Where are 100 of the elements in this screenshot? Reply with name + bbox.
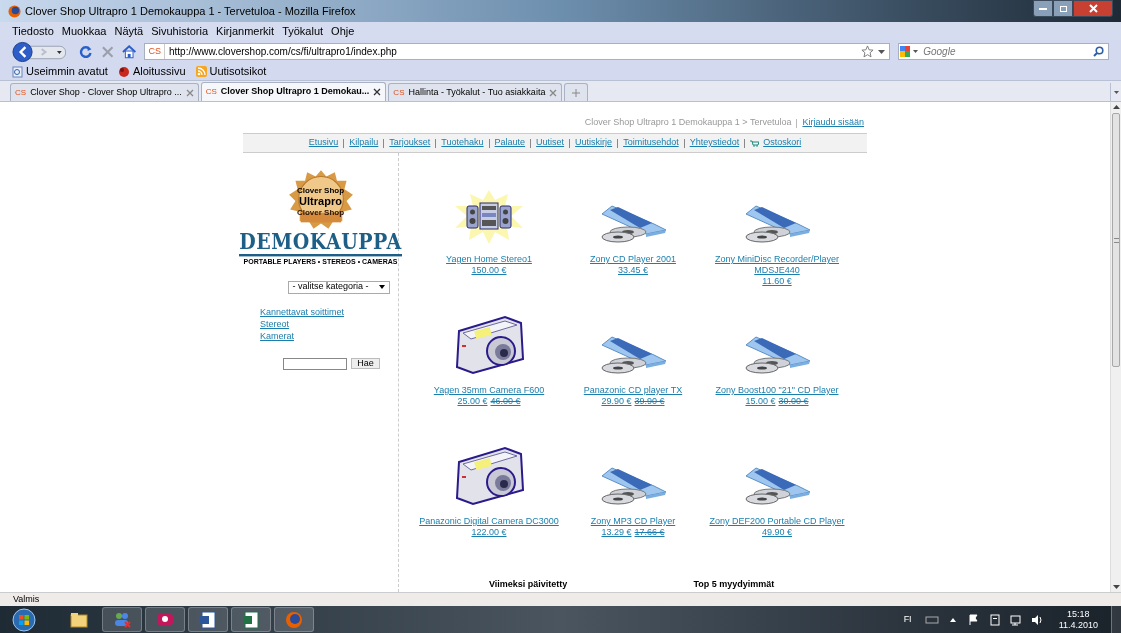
tab-title: Clover Shop - Clover Shop Ultrapro ... [30, 85, 182, 99]
product-price-link[interactable]: 33.45 € [618, 265, 648, 276]
login-link[interactable]: Kirjaudu sisään [802, 116, 864, 130]
logo-text: Clover Shop [296, 207, 345, 217]
bookmark-link[interactable]: Uutisotsikot [195, 63, 267, 80]
browser-tab[interactable]: CS Clover Shop - Clover Shop Ultrapro ... [10, 83, 199, 101]
category-dropdown[interactable]: - valitse kategoria - [287, 280, 390, 294]
camera-icon[interactable] [453, 315, 525, 375]
menu-item[interactable]: Näytä [114, 22, 144, 40]
camera-icon[interactable] [453, 446, 525, 506]
bookmark-link[interactable]: Aloitussivu [117, 63, 186, 80]
nav-link[interactable]: Tuotehaku [441, 136, 484, 150]
site-icon: CS [393, 86, 405, 99]
product-price-link[interactable]: 15.00 € 30.00 € [745, 396, 809, 407]
browser-tab[interactable]: CS Clover Shop Ultrapro 1 Demokau... [200, 82, 387, 101]
menu-item[interactable]: Ohje [331, 22, 355, 40]
menu-item[interactable]: Työkalut [282, 22, 324, 40]
search-field[interactable]: Google [898, 43, 1109, 60]
window-title: Clover Shop Ultrapro 1 Demokauppa 1 - Tervetuloa - Mozilla Firefox [25, 3, 356, 19]
product-name-link[interactable]: Zony MiniDisc Recorder/Player MDSJE440 [707, 254, 847, 276]
vertical-scrollbar[interactable] [1110, 102, 1121, 592]
product-price-link[interactable]: 122.00 € [471, 527, 507, 538]
nav-link[interactable]: Ostoskori [763, 136, 802, 150]
product-name-link[interactable]: Zony CD Player 2001 [589, 254, 676, 265]
product-price-link[interactable]: 29.90 € 39.90 € [601, 396, 665, 407]
close-tab-icon[interactable] [373, 88, 382, 96]
clock[interactable]: 15:18 11.4.2010 [1058, 608, 1098, 631]
caret-icon [1113, 90, 1119, 94]
home-icon[interactable] [122, 44, 137, 59]
site-icon: CS [15, 86, 27, 99]
nav-link[interactable]: Toimitusehdot [623, 136, 679, 150]
nav-link[interactable]: Etusivu [308, 136, 339, 150]
cart-icon [750, 139, 760, 147]
search-icon[interactable] [1093, 46, 1104, 57]
nav-link[interactable]: Uutiskirje [575, 136, 613, 150]
product-price-link[interactable]: 49.90 € [762, 527, 792, 538]
plus-icon [572, 88, 581, 97]
close-button[interactable] [1073, 0, 1113, 17]
product-price-link[interactable]: 11.60 € [762, 276, 792, 287]
menu-item[interactable]: Sivuhistoria [151, 22, 209, 40]
category-link[interactable]: Kannettavat soittimet [260, 306, 345, 317]
nav-link[interactable]: Yhteystiedot [689, 136, 740, 150]
show-desktop-button[interactable] [1111, 606, 1121, 633]
tab-title: Hallinta - Työkalut - Tuo asiakkaita [408, 85, 546, 99]
bookmark-page-icon [12, 65, 23, 78]
product-name-link[interactable]: Panazonic CD player TX [583, 385, 683, 396]
network-icon[interactable] [1008, 612, 1023, 627]
url-text: http://www.clovershop.com/cs/fi/ultrapro1/index.php [169, 45, 398, 59]
scrollbar-thumb[interactable] [1112, 113, 1120, 367]
rss-feed-icon [195, 66, 207, 77]
bookmark-favicon-icon [117, 65, 130, 78]
status-text: Valmis [13, 592, 40, 606]
product-name-link[interactable]: Panazonic Digital Camera DC3000 [419, 516, 559, 527]
start-button-icon[interactable] [12, 607, 36, 632]
dropdown-caret-icon[interactable] [878, 49, 886, 54]
menu-item[interactable]: Tiedosto [12, 22, 54, 40]
product-name-link[interactable]: Yagen Home Stereo1 [446, 254, 532, 265]
product-name-link[interactable]: Yagen 35mm Camera F600 [433, 385, 545, 396]
address-bar[interactable]: CS http://www.clovershop.com/cs/fi/ultrapro1/index.php [144, 43, 891, 60]
section-heading: Top 5 myydyimmät [693, 578, 775, 591]
search-button[interactable]: Hae [351, 358, 380, 369]
nav-link[interactable]: Palaute [494, 136, 526, 150]
nav-link[interactable]: Kilpailu [349, 136, 379, 150]
flag-icon[interactable] [966, 612, 981, 627]
product-name-link[interactable]: Zony MP3 CD Player [590, 516, 676, 527]
product-price-link[interactable]: 13.29 € 17.66 € [601, 527, 665, 538]
nav-link[interactable]: Uutiset [536, 136, 565, 150]
minimize-button[interactable] [1033, 0, 1053, 17]
nav-link[interactable]: Tarjoukset [389, 136, 431, 150]
product-name-link[interactable]: Zony DEF200 Portable CD Player [709, 516, 845, 527]
breadcrumb: Clover Shop Ultrapro 1 Demokauppa 1 > Tervetuloa [584, 116, 792, 130]
tab-title: Clover Shop Ultrapro 1 Demokau... [220, 85, 370, 99]
restore-button[interactable] [1053, 0, 1073, 17]
product-price-link[interactable]: 25.00 € 46.00 € [457, 396, 521, 407]
bookmark-star-icon[interactable] [861, 45, 875, 58]
reload-icon[interactable] [79, 44, 93, 59]
menu-item[interactable]: Muokkaa [61, 22, 107, 40]
bookmark-link[interactable]: Useimmin avatut [12, 63, 108, 80]
caret-icon [378, 285, 385, 289]
search-input[interactable] [283, 357, 347, 370]
menu-item[interactable]: Kirjanmerkit [216, 22, 275, 40]
search-input[interactable]: Google [923, 44, 1089, 59]
clipboard-icon[interactable] [987, 612, 1002, 627]
category-link[interactable]: Stereot [260, 318, 345, 329]
language-indicator[interactable]: FI [903, 612, 912, 627]
stereo-icon[interactable] [453, 190, 525, 244]
logo-text: Clover Shop [296, 185, 345, 195]
close-icon [1088, 4, 1098, 13]
logo-text: Ultrapro [299, 194, 342, 207]
product-price-link[interactable]: 150.00 € [471, 265, 507, 276]
product-name-link[interactable]: Zony Boost100 "21" CD Player [715, 385, 839, 396]
clock-time: 15:18 [1067, 608, 1090, 620]
logo-wordmark: DEMOKAUPPA [239, 227, 402, 257]
category-link[interactable]: Kamerat [260, 330, 345, 341]
section-heading: Viimeksi päivitetty [489, 578, 568, 591]
clock-date: 11.4.2010 [1058, 619, 1098, 631]
browser-tab[interactable]: CS Hallinta - Työkalut - Tuo asiakkaita [388, 83, 563, 101]
site-icon: CS [205, 86, 217, 98]
badge-seal-icon [287, 170, 354, 230]
search-engine-icon[interactable] [899, 45, 920, 58]
